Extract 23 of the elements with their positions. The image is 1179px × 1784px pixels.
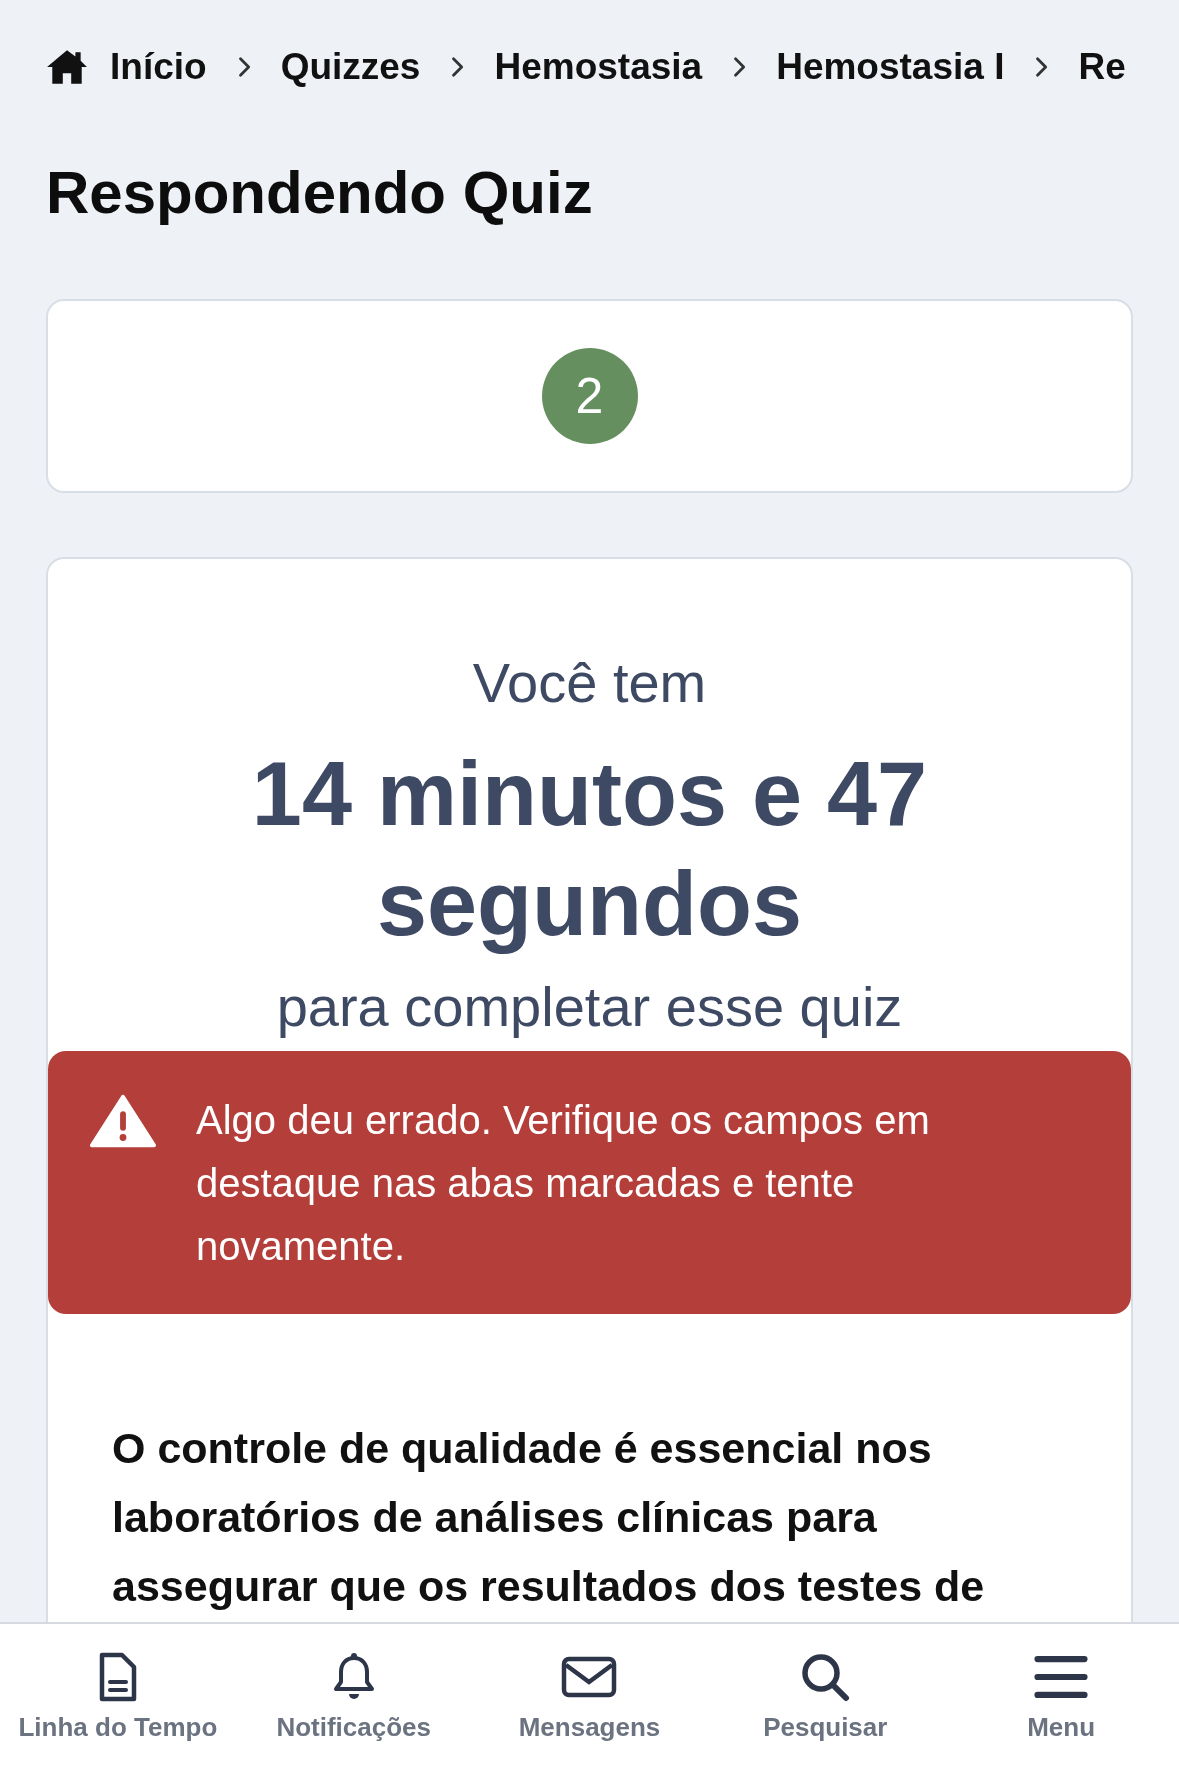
nav-item[interactable]: Mensagens [479, 1652, 700, 1784]
question-number[interactable]: 2 [541, 348, 638, 444]
breadcrumb-link[interactable]: Início [46, 46, 207, 88]
breadcrumb-link[interactable]: Hemostasia [494, 46, 703, 88]
nav-item[interactable]: Linha do Tempo [7, 1652, 228, 1784]
timer-intro: Você tem [471, 650, 708, 716]
chevron-icon [1034, 55, 1049, 79]
chevron-icon [236, 55, 251, 79]
breadcrumb-link[interactable]: Quizzes [280, 46, 421, 88]
breadcrumb-link[interactable]: Re [1078, 46, 1126, 88]
timer-time: 14 minutos e 47 segundos [250, 743, 929, 956]
chevron-icon [450, 55, 465, 79]
nav-item[interactable]: Notificações [243, 1652, 464, 1784]
breadcrumb-link[interactable]: Hemostasia I [776, 46, 1005, 88]
page-title: Respondendo Quiz [46, 158, 594, 227]
warning-icon [90, 1093, 156, 1149]
chevron-icon [732, 55, 747, 79]
nav-item[interactable]: Menu [951, 1652, 1172, 1784]
timer-outro: para completar esse quiz [275, 974, 904, 1040]
alert-message: Algo deu errado. Verifique os campos em destaque nas abas marcadas e tente novamente. [196, 1097, 931, 1270]
nav-item[interactable]: Pesquisar [715, 1652, 936, 1784]
question-text: O controle de qualidade é essencial nos laboratórios de análises clínicas para assegurar que os resultados dos testes de [111, 1423, 986, 1612]
home-icon [46, 49, 88, 85]
